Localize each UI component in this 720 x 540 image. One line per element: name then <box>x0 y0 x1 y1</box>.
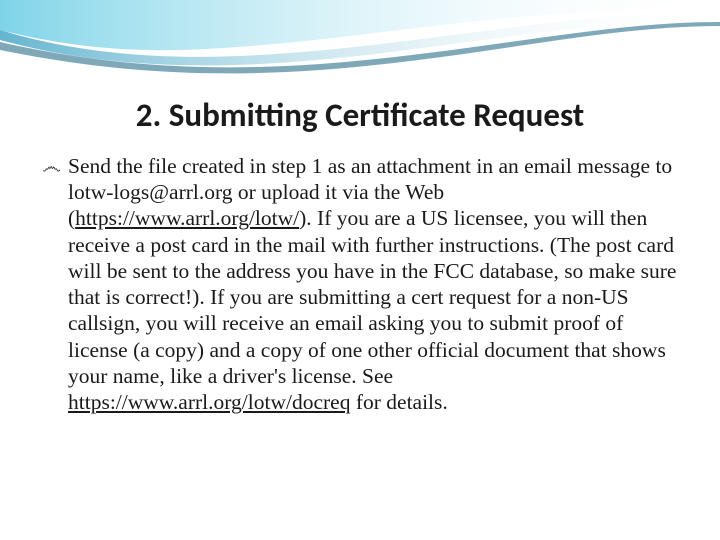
body-paragraph: Send the file created in step 1 as an at… <box>68 153 680 415</box>
lotw-link[interactable]: https://www.arrl.org/lotw/ <box>75 206 299 230</box>
text-run-2: ). If you are a US licensee, you will th… <box>68 206 676 387</box>
slide-title: 2. Submitting Certificate Request <box>40 95 680 135</box>
bullet-block: ෴ Send the file created in step 1 as an … <box>40 153 680 415</box>
docreq-link[interactable]: https://www.arrl.org/lotw/docreq <box>68 390 350 414</box>
text-run-3: for details. <box>350 390 447 414</box>
bullet-icon: ෴ <box>40 153 68 179</box>
slide-content: 2. Submitting Certificate Request ෴ Send… <box>0 0 720 445</box>
